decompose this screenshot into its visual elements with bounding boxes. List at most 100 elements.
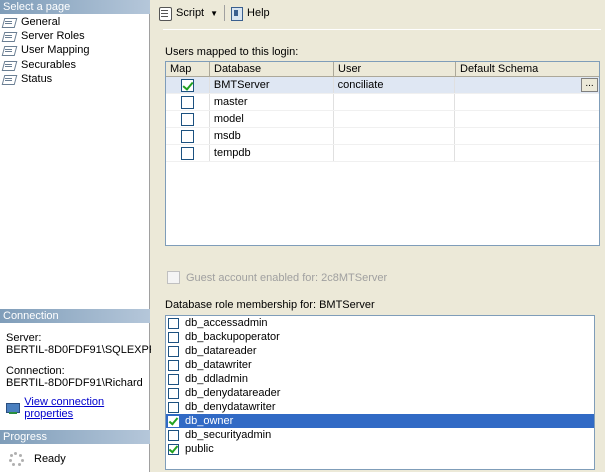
role-name: db_owner xyxy=(185,415,234,427)
column-header-map[interactable]: Map xyxy=(166,62,210,76)
help-button-label: Help xyxy=(247,7,270,19)
guest-account-checkbox-row[interactable]: Guest account enabled for: 2c8MTServer xyxy=(167,271,387,284)
column-header-default-schema[interactable]: Default Schema xyxy=(456,62,599,76)
map-cell xyxy=(166,77,210,93)
role-name: db_backupoperator xyxy=(185,331,280,343)
connection-header: Connection xyxy=(0,309,150,323)
page-icon xyxy=(2,59,16,71)
page-icon xyxy=(2,30,16,42)
user-cell[interactable]: conciliate xyxy=(334,77,456,93)
role-checkbox[interactable] xyxy=(168,387,179,399)
left-panel: Select a page General Server Roles User … xyxy=(0,0,171,472)
map-checkbox[interactable] xyxy=(180,112,194,126)
role-checkbox[interactable] xyxy=(168,415,179,427)
default-schema-cell[interactable] xyxy=(455,145,599,161)
connection-value: BERTIL-8D0FDF91\Richard xyxy=(6,377,143,389)
map-cell xyxy=(166,94,210,110)
role-name: public xyxy=(185,443,214,455)
map-checkbox[interactable] xyxy=(180,129,194,143)
role-name: db_denydatareader xyxy=(185,387,281,399)
database-cell: BMTServer xyxy=(210,77,334,93)
database-cell: tempdb xyxy=(210,145,334,161)
role-checkbox[interactable] xyxy=(168,401,179,413)
table-row[interactable]: msdb xyxy=(166,128,599,145)
list-item[interactable]: db_ddladmin xyxy=(166,372,594,386)
list-item[interactable]: db_datawriter xyxy=(166,358,594,372)
map-checkbox[interactable] xyxy=(180,78,194,92)
help-button[interactable]: Help xyxy=(229,6,270,21)
table-row[interactable]: model xyxy=(166,111,599,128)
role-name: db_securityadmin xyxy=(185,429,272,441)
list-item[interactable]: public xyxy=(166,442,594,456)
connection-label: Connection: xyxy=(6,365,65,377)
role-checkbox[interactable] xyxy=(168,429,179,441)
browse-schema-button[interactable]: ... xyxy=(581,78,598,92)
user-cell[interactable] xyxy=(334,145,456,161)
page-status[interactable]: Status xyxy=(2,72,52,86)
view-connection-properties-link[interactable]: View connection properties xyxy=(6,396,149,420)
grid-header: Map Database User Default Schema xyxy=(166,62,599,77)
user-cell[interactable] xyxy=(334,111,456,127)
column-header-database[interactable]: Database xyxy=(210,62,334,76)
users-mapped-label: Users mapped to this login: xyxy=(165,46,299,58)
table-row[interactable]: master xyxy=(166,94,599,111)
role-membership-label: Database role membership for: BMTServer xyxy=(165,299,375,311)
role-checkbox[interactable] xyxy=(168,331,179,343)
column-header-user[interactable]: User xyxy=(334,62,456,76)
default-schema-cell[interactable] xyxy=(455,111,599,127)
role-name: db_denydatawriter xyxy=(185,401,276,413)
list-item[interactable]: db_securityadmin xyxy=(166,428,594,442)
page-securables[interactable]: Securables xyxy=(2,58,76,72)
page-user-mapping-label: User Mapping xyxy=(21,43,90,57)
map-cell xyxy=(166,145,210,161)
guest-account-label: Guest account enabled for: 2c8MTServer xyxy=(186,271,388,284)
role-name: db_datareader xyxy=(185,345,257,357)
progress-header: Progress xyxy=(0,430,150,444)
script-button-label: Script xyxy=(176,7,205,19)
list-item[interactable]: db_denydatawriter xyxy=(166,400,594,414)
page-user-mapping[interactable]: User Mapping xyxy=(2,43,90,57)
progress-spinner-icon xyxy=(6,451,34,467)
map-cell xyxy=(166,128,210,144)
toolbar-divider xyxy=(163,29,601,30)
guest-account-checkbox[interactable] xyxy=(167,271,180,284)
role-checkbox[interactable] xyxy=(168,317,179,329)
list-item[interactable]: db_datareader xyxy=(166,344,594,358)
table-row[interactable]: BMTServer conciliate ... xyxy=(166,77,599,94)
role-name: db_ddladmin xyxy=(185,373,248,385)
page-server-roles[interactable]: Server Roles xyxy=(2,29,85,43)
user-cell[interactable] xyxy=(334,94,456,110)
page-icon xyxy=(2,16,16,28)
default-schema-cell[interactable] xyxy=(455,94,599,110)
map-checkbox[interactable] xyxy=(180,95,194,109)
user-cell[interactable] xyxy=(334,128,456,144)
server-label: Server: xyxy=(6,332,42,344)
role-name: db_accessadmin xyxy=(185,317,268,329)
page-general[interactable]: General xyxy=(2,15,60,29)
default-schema-cell[interactable]: ... xyxy=(455,77,599,93)
role-checkbox[interactable] xyxy=(168,373,179,385)
view-connection-properties-label[interactable]: View connection properties xyxy=(24,396,149,420)
progress-status-label: Ready xyxy=(34,453,66,465)
list-item[interactable]: db_accessadmin xyxy=(166,316,594,330)
page-general-label: General xyxy=(21,16,61,28)
progress-status: Ready xyxy=(6,451,66,467)
list-item[interactable]: db_owner xyxy=(166,414,594,428)
database-cell: msdb xyxy=(210,128,334,144)
server-value: BERTIL-8D0FDF91\SQLEXPRES xyxy=(6,344,172,356)
list-item[interactable]: db_denydatareader xyxy=(166,386,594,400)
role-checkbox[interactable] xyxy=(168,443,179,455)
script-button[interactable]: Script xyxy=(158,6,205,21)
map-checkbox[interactable] xyxy=(180,146,194,160)
page-icon xyxy=(2,73,16,85)
map-cell xyxy=(166,111,210,127)
page-securables-label: Securables xyxy=(21,59,77,71)
role-checkbox[interactable] xyxy=(168,345,179,357)
list-item[interactable]: db_backupoperator xyxy=(166,330,594,344)
users-mapped-grid: Map Database User Default Schema BMTServ… xyxy=(165,61,600,246)
help-icon xyxy=(229,6,244,21)
default-schema-cell[interactable] xyxy=(455,128,599,144)
role-checkbox[interactable] xyxy=(168,359,179,371)
table-row[interactable]: tempdb xyxy=(166,145,599,162)
script-dropdown-arrow-icon[interactable]: ▼ xyxy=(210,9,218,18)
